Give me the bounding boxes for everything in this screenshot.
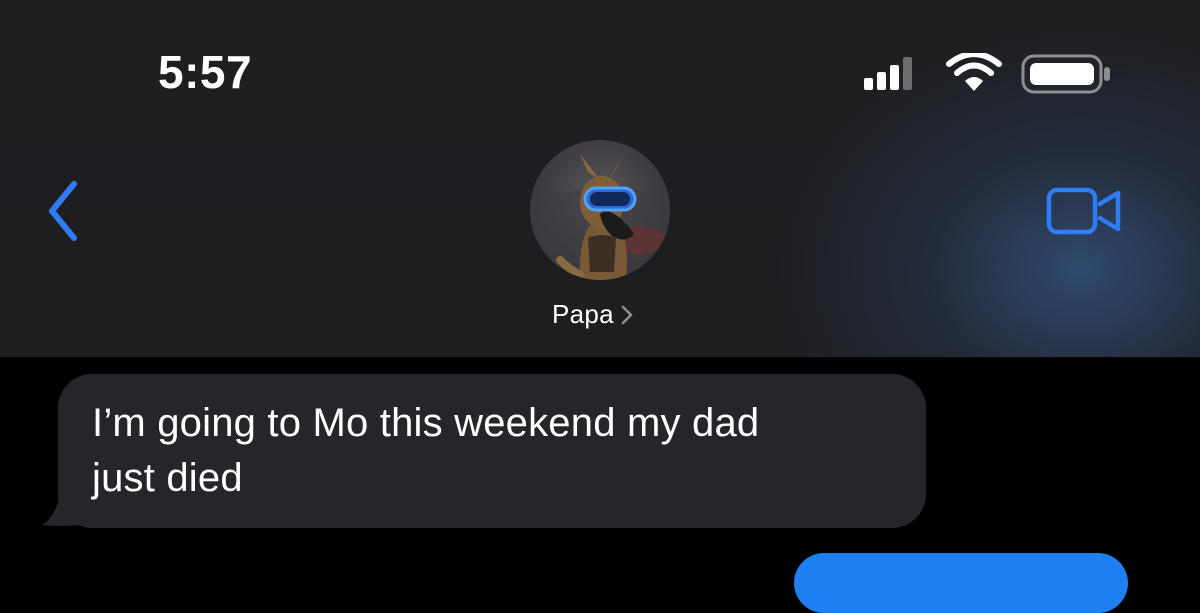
contact-name: Papa [552,298,614,329]
status-time: 5:57 [158,46,253,98]
incoming-message-bubble[interactable]: I’m going to Mo this weekend my dad just… [58,374,926,528]
outgoing-message-bubble[interactable] [794,553,1128,613]
chevron-right-icon [621,305,633,325]
dog-with-goggles-avatar [530,140,670,280]
message-text-line: just died [92,456,243,500]
message-list: I’m going to Mo this weekend my dad just… [0,357,1200,613]
contact-avatar[interactable] [530,140,670,280]
back-button[interactable] [40,176,90,246]
conversation-header: 5:57 Papa [0,0,1200,357]
message-text-line: I’m going to Mo this weekend my dad [92,401,760,445]
contact-name-button[interactable]: Papa [552,296,634,332]
cellular-signal-icon [864,56,912,90]
wifi-icon [946,53,1002,91]
battery-icon [1021,54,1110,94]
video-camera-icon [1046,187,1121,235]
chevron-left-icon [49,181,77,241]
facetime-video-button[interactable] [1046,186,1122,236]
